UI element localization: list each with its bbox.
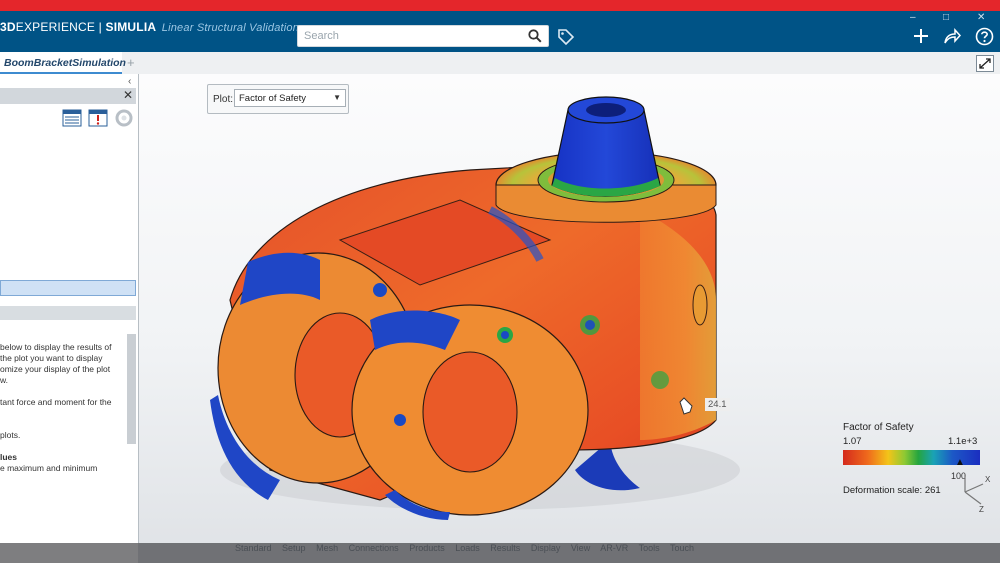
help-line: plots. xyxy=(0,430,21,440)
panel-close-button[interactable]: ✕ xyxy=(123,88,133,102)
axis-x-label: X xyxy=(985,475,991,484)
panel-header: ✕ xyxy=(0,88,136,104)
help-line: below to display the results of xyxy=(0,342,112,352)
warning-icon[interactable] xyxy=(88,108,108,128)
plot-dropdown-value: Factor of Safety xyxy=(239,93,307,104)
legend-min: 1.07 xyxy=(843,436,862,447)
help-line xyxy=(0,408,126,419)
help-line: w. xyxy=(0,375,9,385)
axis-triad-icon: X Z xyxy=(964,474,991,514)
legend-title: Factor of Safety xyxy=(843,422,914,433)
action-tab[interactable]: View xyxy=(571,543,590,553)
action-tab[interactable]: Tools xyxy=(639,543,660,553)
panel-divider xyxy=(0,306,136,320)
action-bar-tabs: Standard Setup Mesh Connections Products… xyxy=(235,543,694,557)
deformation-scale: Deformation scale: 261 xyxy=(843,485,941,496)
help-line xyxy=(0,386,126,397)
collapse-panel-button[interactable]: ‹ xyxy=(128,76,131,87)
help-line xyxy=(0,419,126,430)
dropdown-arrow-icon: ▼ xyxy=(333,93,341,102)
selected-tree-item[interactable] xyxy=(0,280,136,296)
action-tab[interactable]: AR-VR xyxy=(600,543,628,553)
help-text: below to display the results of the plot… xyxy=(0,342,126,542)
action-tab[interactable]: Touch xyxy=(670,543,694,553)
help-line: e maximum and minimum xyxy=(0,463,98,473)
action-tab[interactable]: Display xyxy=(531,543,561,553)
action-tab[interactable]: Mesh xyxy=(316,543,338,553)
help-line: tant force and moment for the xyxy=(0,397,112,407)
plot-dropdown[interactable]: Factor of Safety ▼ xyxy=(234,89,346,107)
action-tab[interactable]: Products xyxy=(409,543,445,553)
plot-label: Plot: xyxy=(213,94,234,105)
table-view-icon[interactable] xyxy=(62,108,82,128)
left-panel: ‹ ✕ below to display the results of the … xyxy=(0,74,139,543)
refresh-icon[interactable] xyxy=(114,108,134,128)
help-line: lues xyxy=(0,452,18,462)
help-line xyxy=(0,441,126,452)
action-tab[interactable]: Loads xyxy=(455,543,480,553)
action-tab[interactable]: Setup xyxy=(282,543,306,553)
probe-value: 24.1 xyxy=(705,398,730,411)
legend-max: 1.1e+3 xyxy=(948,436,978,447)
action-tab[interactable]: Results xyxy=(490,543,520,553)
help-line: the plot you want to display xyxy=(0,353,103,363)
action-tab[interactable]: Connections xyxy=(349,543,399,553)
help-line: omize your display of the plot xyxy=(0,364,111,374)
action-tab[interactable]: Standard xyxy=(235,543,272,553)
plot-selector-box: Plot: Factor of Safety ▼ xyxy=(207,84,349,114)
panel-scrollbar[interactable] xyxy=(127,334,136,444)
axis-z-label: Z xyxy=(979,505,984,514)
boom-bracket-model[interactable] xyxy=(0,0,1000,563)
legend-marker-icon[interactable]: ▲ xyxy=(955,457,965,468)
